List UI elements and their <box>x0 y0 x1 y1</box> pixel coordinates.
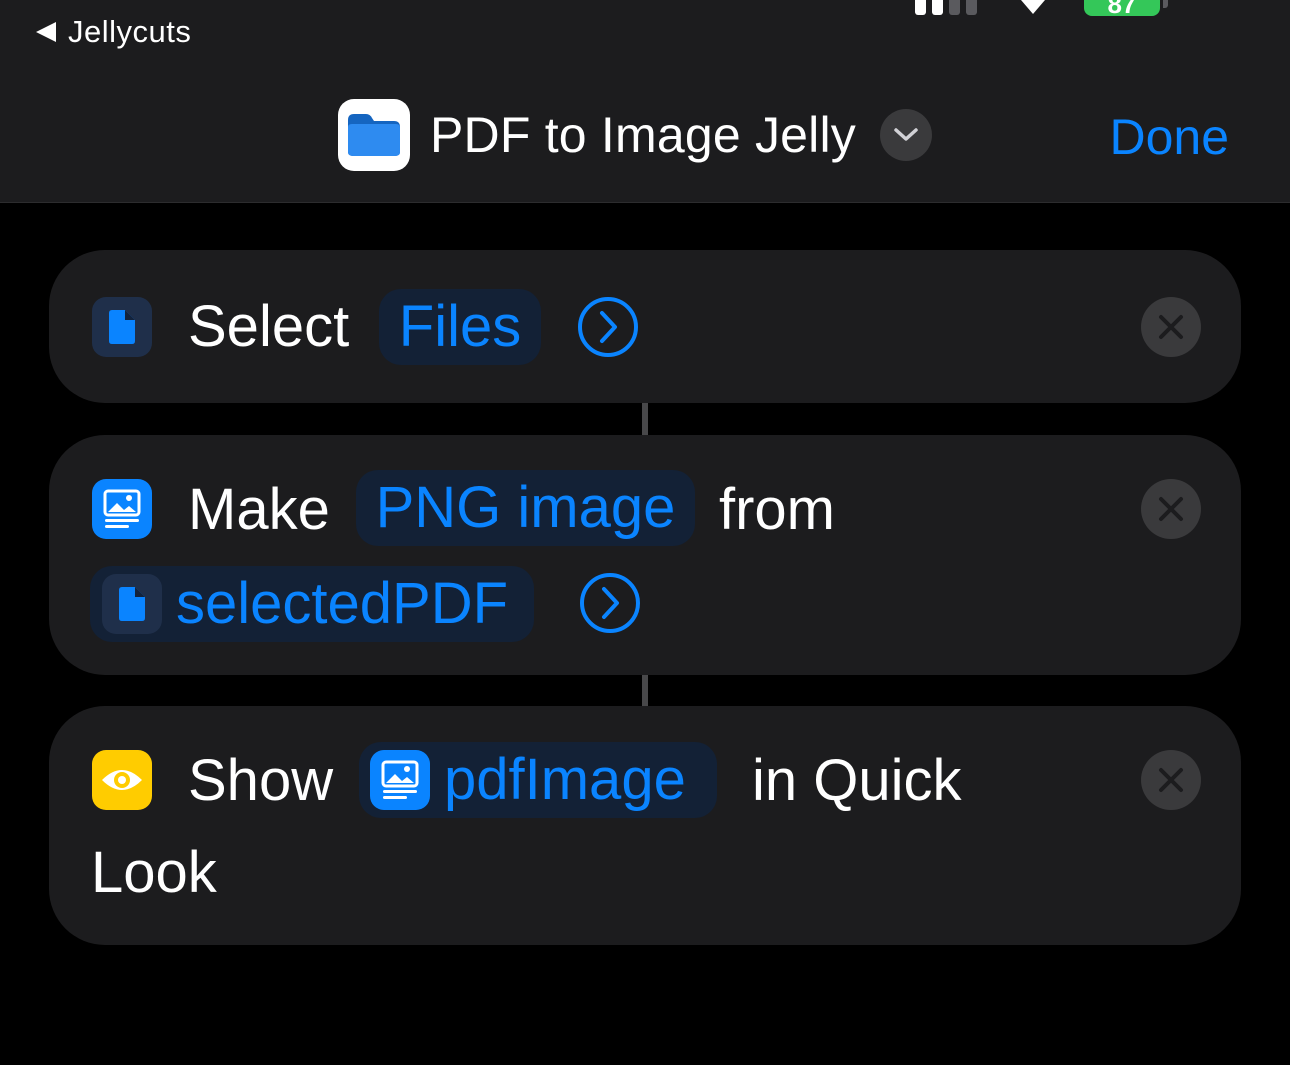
action-card-quick-look[interactable]: Show pdfImage in Quick Look <box>49 706 1241 945</box>
cellular-signal-icon <box>915 0 977 15</box>
image-icon <box>370 750 430 810</box>
variable-name: selectedPDF <box>176 571 509 636</box>
trailing-text: in Quick <box>752 748 962 813</box>
connector-word: from <box>719 477 835 542</box>
action-verb: Show <box>188 748 334 813</box>
close-icon[interactable] <box>1141 750 1201 810</box>
done-button[interactable]: Done <box>1109 108 1229 166</box>
image-icon <box>92 479 152 539</box>
back-label: Jellycuts <box>68 14 192 49</box>
page-title: PDF to Image Jelly <box>430 107 856 163</box>
navigation-bar: Jellycuts 87 PDF to Image Jelly Done <box>0 0 1290 203</box>
shortcut-title-group[interactable]: PDF to Image Jelly <box>338 99 932 171</box>
back-arrow-icon <box>36 22 56 42</box>
flow-connector <box>642 675 648 706</box>
action-verb: Select <box>188 294 350 359</box>
close-icon[interactable] <box>1141 479 1201 539</box>
back-button[interactable]: Jellycuts <box>36 12 191 52</box>
parameter-value: Files <box>398 294 522 359</box>
chevron-down-icon[interactable] <box>879 109 932 161</box>
parameter-token[interactable]: PNG image <box>356 470 695 546</box>
parameter-token[interactable]: Files <box>379 289 541 365</box>
action-card-select[interactable]: Select Files <box>49 250 1241 403</box>
battery-level: 87 <box>1107 0 1137 16</box>
flow-connector <box>642 403 648 435</box>
chevron-right-circle-icon[interactable] <box>576 295 640 359</box>
battery-tip <box>1163 0 1168 8</box>
battery-icon: 87 <box>1084 0 1160 16</box>
variable-token[interactable]: pdfImage <box>359 742 717 818</box>
close-icon[interactable] <box>1141 297 1201 357</box>
chevron-right-circle-icon[interactable] <box>578 571 642 635</box>
action-verb: Make <box>188 477 330 542</box>
folder-app-icon <box>338 99 410 171</box>
document-icon <box>92 297 152 357</box>
variable-name: pdfImage <box>444 747 686 812</box>
variable-token[interactable]: selectedPDF <box>90 566 534 642</box>
wifi-icon <box>1021 0 1045 14</box>
document-icon <box>102 574 162 634</box>
trailing-text-wrapped: Look <box>91 840 217 905</box>
action-card-make-image[interactable]: Make PNG image from selectedPDF <box>49 435 1241 675</box>
parameter-value: PNG image <box>375 475 676 540</box>
eye-icon <box>92 750 152 810</box>
